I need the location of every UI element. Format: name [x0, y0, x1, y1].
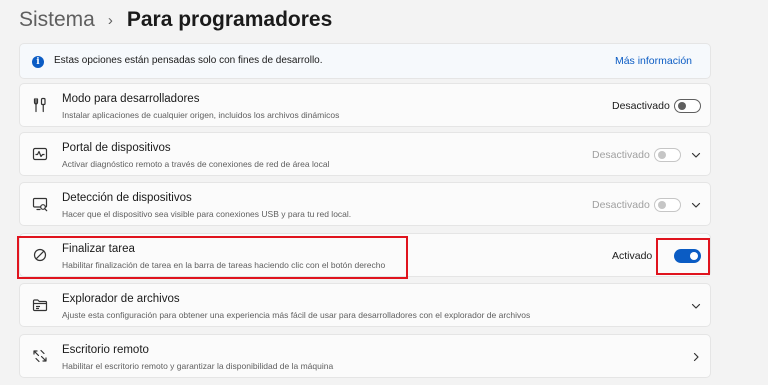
setting-file-explorer[interactable]: Explorador de archivos Ajuste esta confi… [19, 283, 711, 327]
setting-description: Hacer que el dispositivo sea visible par… [62, 209, 352, 219]
setting-title: Explorador de archivos [62, 293, 180, 305]
device-portal-toggle[interactable] [654, 148, 681, 162]
end-task-toggle[interactable] [674, 249, 701, 263]
developer-mode-toggle[interactable] [674, 99, 701, 113]
setting-developer-mode: Modo para desarrolladores Instalar aplic… [19, 83, 711, 127]
info-banner: i Estas opciones están pensadas solo con… [19, 43, 711, 79]
toggle-state-label: Desactivado [592, 199, 650, 211]
toggle-knob [658, 201, 666, 209]
device-search-icon [32, 196, 48, 212]
toggle-knob [678, 102, 686, 110]
folder-icon [32, 297, 48, 313]
chevron-down-icon[interactable] [689, 148, 703, 162]
setting-device-discovery: Detección de dispositivos Hacer que el d… [19, 182, 711, 226]
setting-description: Activar diagnóstico remoto a través de c… [62, 159, 330, 169]
chevron-down-icon[interactable] [689, 299, 703, 313]
setting-description: Habilitar el escritorio remoto y garanti… [62, 361, 334, 371]
info-text: Estas opciones están pensadas solo con f… [54, 55, 323, 66]
more-info-link[interactable]: Más información [615, 55, 692, 67]
toggle-knob [690, 252, 698, 260]
setting-title: Detección de dispositivos [62, 192, 192, 204]
info-icon: i [32, 56, 44, 68]
setting-description: Habilitar finalización de tarea en la ba… [62, 260, 386, 270]
breadcrumb-parent-sistema[interactable]: Sistema [19, 8, 95, 32]
chevron-down-icon[interactable] [689, 198, 703, 212]
setting-end-task: Finalizar tarea Habilitar finalización d… [19, 233, 711, 277]
page-title: Para programadores [126, 8, 333, 31]
setting-title: Modo para desarrolladores [62, 93, 200, 105]
remote-desktop-icon [32, 348, 48, 364]
setting-title: Escritorio remoto [62, 344, 149, 356]
setting-device-portal: Portal de dispositivos Activar diagnósti… [19, 132, 711, 176]
chevron-right-separator-icon: › [107, 11, 113, 29]
chevron-right-icon[interactable] [689, 350, 703, 364]
toggle-state-label: Activado [612, 250, 653, 262]
toggle-state-label: Desactivado [612, 100, 670, 112]
device-discovery-toggle[interactable] [654, 198, 681, 212]
prohibited-icon [32, 247, 48, 263]
setting-remote-desktop[interactable]: Escritorio remoto Habilitar el escritori… [19, 334, 711, 378]
pulse-icon [32, 146, 48, 162]
setting-description: Ajuste esta configuración para obtener u… [62, 310, 531, 320]
toggle-knob [658, 151, 666, 159]
setting-title: Finalizar tarea [62, 243, 135, 255]
breadcrumb: Sistema › Para programadores [19, 6, 332, 34]
setting-title: Portal de dispositivos [62, 142, 171, 154]
tools-icon [32, 97, 48, 113]
toggle-state-label: Desactivado [592, 149, 650, 161]
setting-description: Instalar aplicaciones de cualquier orige… [62, 110, 340, 120]
